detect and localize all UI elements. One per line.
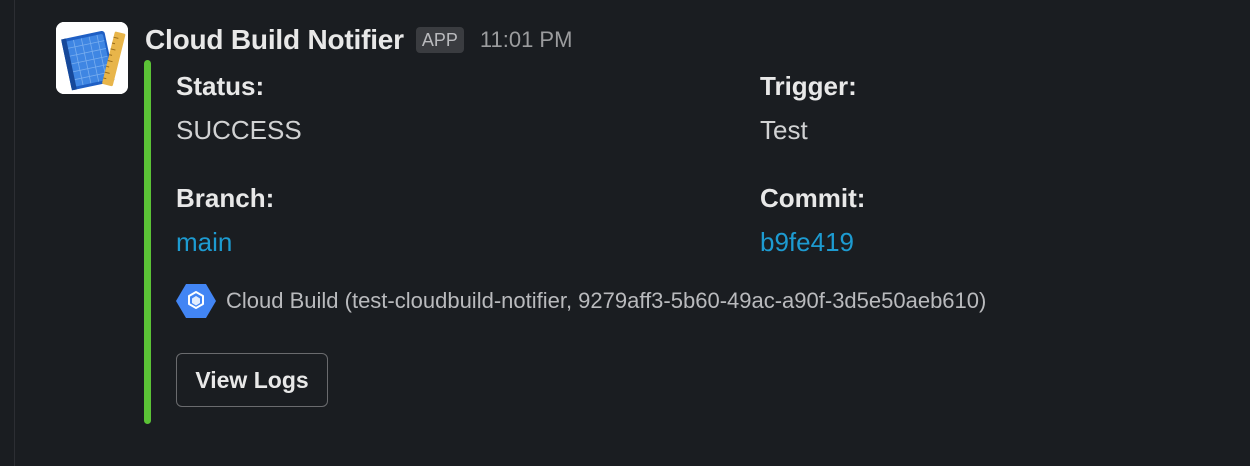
context-text: Cloud Build (test-cloudbuild-notifier, 9… <box>226 288 987 313</box>
branch-field: Branch: main <box>176 182 274 258</box>
trigger-value: Test <box>760 115 808 145</box>
bot-avatar[interactable] <box>56 22 128 94</box>
commit-field: Commit: b9fe419 <box>760 182 865 258</box>
app-badge: APP <box>415 27 464 53</box>
status-label: Status: <box>176 71 265 101</box>
trigger-label: Trigger: <box>760 71 857 101</box>
message-header: Cloud Build Notifier APP 11:01 PM <box>145 20 572 60</box>
branch-label: Branch: <box>176 183 275 213</box>
commit-label: Commit: <box>760 183 866 213</box>
message-timestamp[interactable]: 11:01 PM <box>480 27 573 53</box>
cloud-build-icon <box>176 284 216 318</box>
view-logs-button[interactable]: View Logs <box>176 353 328 407</box>
commit-link[interactable]: b9fe419 <box>760 226 865 258</box>
context-block: Cloud Build (test-cloudbuild-notifier, 9… <box>176 283 986 319</box>
attachment-color-bar <box>144 60 151 424</box>
blueprint-ruler-icon <box>56 22 128 94</box>
message-pane: Cloud Build Notifier APP 11:01 PM Status… <box>0 0 1250 466</box>
sidebar-divider <box>14 0 15 466</box>
sender-name[interactable]: Cloud Build Notifier <box>145 24 404 56</box>
status-value: SUCCESS <box>176 115 302 145</box>
branch-link[interactable]: main <box>176 226 274 258</box>
trigger-field: Trigger: Test <box>760 70 857 146</box>
status-field: Status: SUCCESS <box>176 70 302 146</box>
